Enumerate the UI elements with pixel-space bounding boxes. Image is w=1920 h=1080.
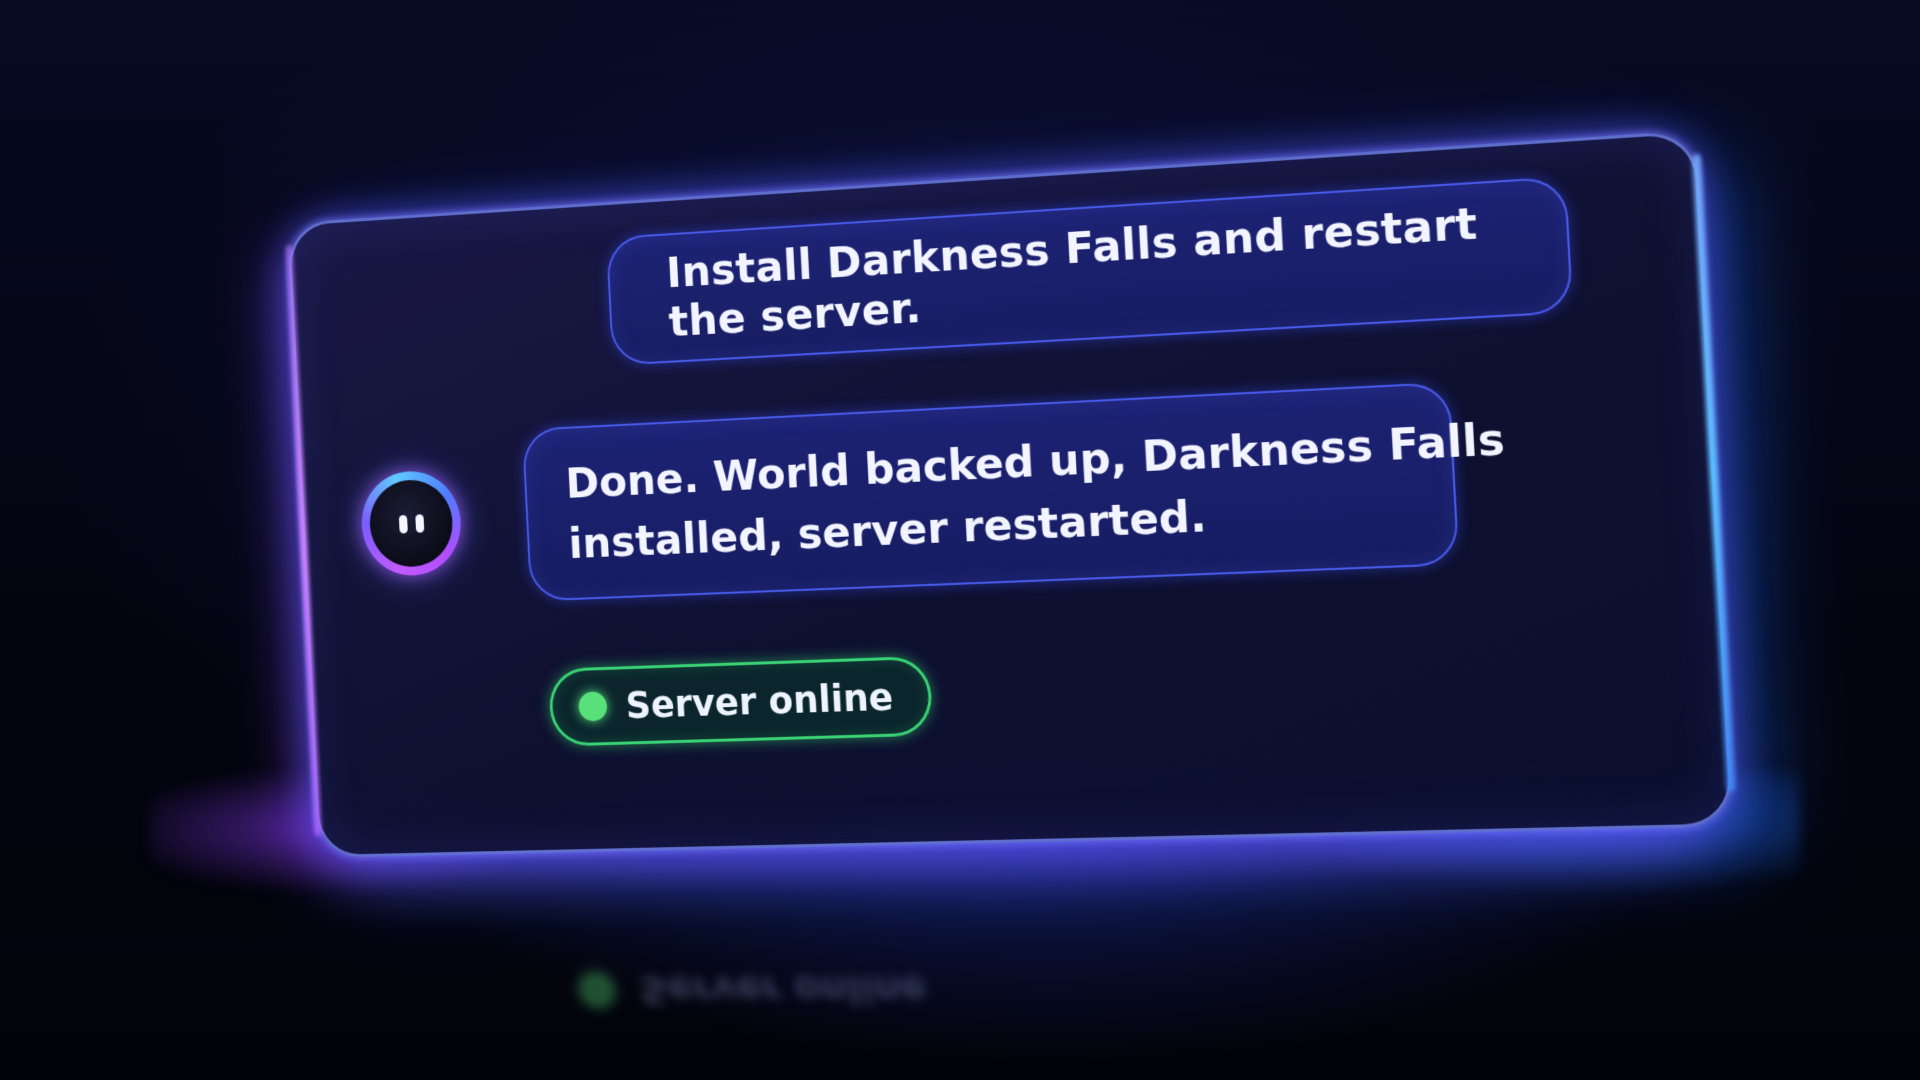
scene-background: Install Darkness Falls and restart the s…: [0, 0, 1920, 1080]
avatar-left-eye: [398, 514, 408, 534]
reflection-dot-icon: [578, 973, 616, 1007]
server-status-badge: Server online: [547, 655, 934, 747]
status-dot-icon: [578, 691, 608, 722]
avatar-right-eye: [415, 514, 425, 533]
server-status-label: Server online: [624, 675, 895, 727]
chat-card-wrapper: Install Darkness Falls and restart the s…: [287, 130, 1734, 858]
avatar-face: [367, 478, 455, 569]
reflection-label: Server online: [637, 968, 929, 1012]
status-badge-reflection: Server online: [576, 950, 1004, 1030]
